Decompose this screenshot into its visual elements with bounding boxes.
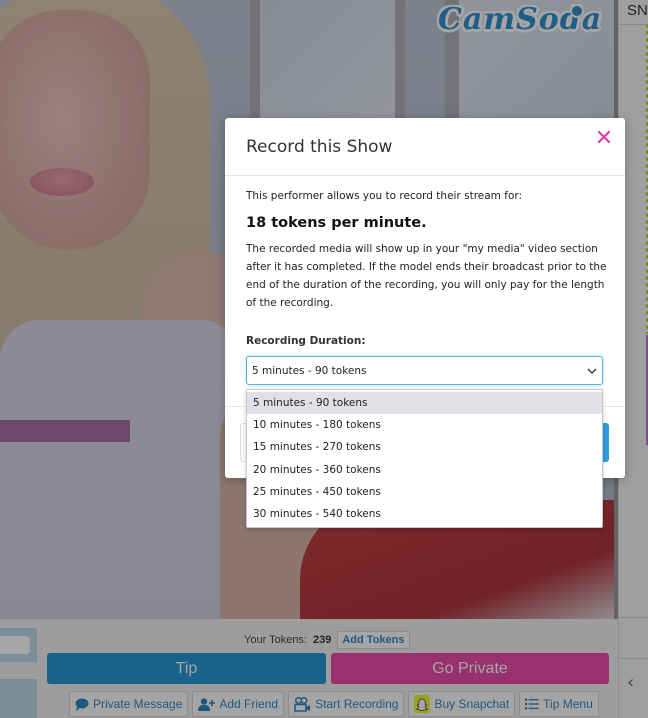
duration-option[interactable]: 30 minutes - 540 tokens [247, 503, 602, 525]
selected-duration: 5 minutes - 90 tokens [252, 364, 367, 377]
recording-duration-select[interactable]: 5 minutes - 90 tokens [246, 356, 603, 385]
duration-options-list: 5 minutes - 90 tokens 10 minutes - 180 t… [246, 389, 603, 528]
modal-header: Record this Show ✕ [225, 118, 625, 176]
record-intro-text: This performer allows you to record thei… [246, 190, 523, 202]
duration-option[interactable]: 25 minutes - 450 tokens [247, 481, 602, 503]
chevron-down-icon [587, 364, 597, 377]
close-icon[interactable]: ✕ [593, 127, 615, 151]
duration-option[interactable]: 20 minutes - 360 tokens [247, 459, 602, 481]
recording-duration-label: Recording Duration: [246, 335, 366, 347]
modal-title: Record this Show [246, 137, 393, 157]
record-description: The recorded media will show up in your … [246, 243, 607, 309]
duration-option[interactable]: 15 minutes - 270 tokens [247, 436, 602, 458]
token-rate: 18 tokens per minute. [246, 215, 427, 231]
duration-option[interactable]: 5 minutes - 90 tokens [247, 392, 602, 415]
duration-option[interactable]: 10 minutes - 180 tokens [247, 414, 602, 436]
modal-body: This performer allows you to record thei… [246, 188, 608, 385]
